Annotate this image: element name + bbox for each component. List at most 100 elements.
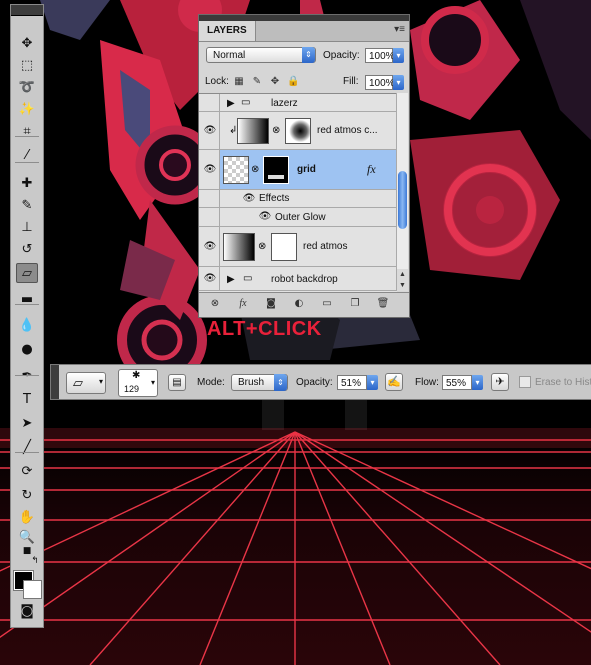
type-tool-icon[interactable]: T: [16, 389, 38, 409]
new-layer-icon[interactable]: ❐: [347, 297, 363, 311]
mask-thumbnail[interactable]: [285, 118, 311, 144]
layer-row[interactable]: 👁 ↲ ⊗ red atmos c...: [199, 112, 397, 150]
eye-icon[interactable]: 👁: [257, 211, 273, 223]
brush-opacity-value: 51%: [341, 378, 362, 389]
layer-name: grid: [297, 164, 316, 175]
visibility-cell: 👁: [199, 150, 220, 189]
blend-mode-select[interactable]: Normal ⇕: [206, 47, 316, 63]
link-icon[interactable]: ⊗: [272, 125, 280, 136]
fx-icon[interactable]: fx: [367, 162, 376, 177]
layer-fill-field[interactable]: 100% ▾: [365, 75, 404, 90]
history-brush-tool-icon[interactable]: ↺: [16, 239, 38, 259]
tool-separator: [15, 375, 39, 376]
link-icon[interactable]: ⊗: [258, 241, 266, 252]
brush-picker[interactable]: ✱ 129 ▾: [118, 369, 158, 397]
move-tool-icon[interactable]: ✥: [16, 33, 38, 53]
chevron-down-icon[interactable]: ▾: [472, 375, 483, 390]
scroll-down-icon[interactable]: ▼: [397, 280, 408, 291]
blur-tool-icon[interactable]: 💧: [16, 315, 38, 335]
adjustment-thumbnail[interactable]: [237, 118, 269, 144]
disclosure-triangle-icon[interactable]: ▶: [227, 98, 235, 109]
mask-thumbnail[interactable]: [263, 156, 289, 184]
flow-field[interactable]: 55% ▾: [442, 375, 483, 390]
eye-icon[interactable]: 👁: [202, 125, 218, 137]
link-icon[interactable]: ⊗: [251, 164, 259, 175]
mode-select[interactable]: Brush ⇕: [231, 374, 288, 391]
visibility-cell: 👁: [199, 227, 220, 266]
add-style-icon[interactable]: fx: [235, 297, 251, 311]
lock-transparency-icon[interactable]: ▦: [233, 76, 245, 88]
gradient-tool-icon[interactable]: ▬: [16, 289, 38, 309]
tool-separator: [15, 136, 39, 137]
chevron-down-icon[interactable]: ▾: [367, 375, 378, 390]
layers-tabbar: LAYERS ▾≡: [199, 21, 409, 42]
zoom-tool-icon[interactable]: 🔍: [16, 527, 38, 547]
pressure-opacity-icon[interactable]: ✍: [385, 373, 403, 391]
path-selection-tool-icon[interactable]: ➤: [16, 413, 38, 433]
disclosure-triangle-icon[interactable]: ▶: [227, 274, 235, 285]
brush-tool-icon[interactable]: ✎: [16, 195, 38, 215]
tools-panel-grip[interactable]: [11, 5, 43, 16]
lasso-tool-icon[interactable]: ➰: [16, 77, 38, 97]
healing-brush-tool-icon[interactable]: ✚: [16, 173, 38, 193]
layer-opacity-field[interactable]: 100% ▾: [365, 48, 404, 63]
tool-preset-picker[interactable]: ▱ ▾: [66, 372, 106, 394]
brush-panel-toggle-icon[interactable]: ▤: [168, 374, 186, 391]
background-color-swatch[interactable]: [23, 580, 42, 599]
marquee-tool-icon[interactable]: ⬚: [16, 55, 38, 75]
layer-row[interactable]: 👁 ⊗ red atmos: [199, 227, 397, 267]
hand-tool-icon[interactable]: ✋: [16, 507, 38, 527]
eye-icon[interactable]: 👁: [202, 241, 218, 253]
scrollbar-thumb[interactable]: [398, 171, 407, 229]
quick-mask-icon[interactable]: ◙: [16, 601, 38, 621]
3d-rotate-tool-icon[interactable]: ⟳: [16, 461, 38, 481]
options-bar-grip[interactable]: [51, 365, 59, 399]
brush-opacity-field[interactable]: 51% ▾: [337, 375, 378, 390]
eye-icon[interactable]: 👁: [241, 193, 257, 205]
tool-separator: [15, 452, 39, 453]
airbrush-icon[interactable]: ✈: [491, 373, 509, 391]
mode-value: Brush: [238, 377, 265, 388]
line-tool-icon[interactable]: ╱: [16, 437, 38, 457]
new-group-icon[interactable]: ▭: [319, 297, 335, 311]
link-layers-icon[interactable]: ⊗: [207, 297, 223, 311]
delete-layer-icon[interactable]: 🗑: [375, 297, 391, 311]
tab-layers[interactable]: LAYERS: [199, 21, 256, 41]
eye-icon[interactable]: 👁: [202, 273, 218, 285]
neon-grid-floor: [0, 428, 591, 665]
crop-tool-icon[interactable]: ⌗: [16, 121, 38, 141]
adjustment-thumbnail[interactable]: [223, 233, 255, 261]
chevron-down-icon[interactable]: ▾: [393, 75, 404, 90]
lock-all-icon[interactable]: 🔒: [287, 76, 299, 88]
layer-row[interactable]: ▶ ▭ lazerz: [199, 94, 397, 112]
flow-label: Flow:: [415, 377, 439, 388]
mode-label: Mode:: [197, 377, 225, 388]
panel-menu-icon[interactable]: ▾≡: [394, 24, 405, 35]
layer-row[interactable]: 👁 ▶ ▭ robot backdrop: [199, 267, 397, 291]
eraser-tool-icon[interactable]: ▱: [16, 263, 38, 283]
layer-name: lazerz: [271, 98, 298, 109]
layer-thumbnail[interactable]: [223, 156, 249, 184]
magic-wand-tool-icon[interactable]: ✨: [16, 99, 38, 119]
alt-click-annotation: ALT+CLICK: [207, 318, 322, 340]
eye-icon[interactable]: 👁: [202, 164, 218, 176]
layers-scrollbar[interactable]: ▲ ▼: [396, 93, 408, 291]
layer-row-selected[interactable]: 👁 ⊗ grid fx: [199, 150, 397, 190]
dodge-tool-icon[interactable]: ●: [16, 339, 38, 359]
lock-pixels-icon[interactable]: ✎: [251, 76, 263, 88]
3d-orbit-tool-icon[interactable]: ↻: [16, 485, 38, 505]
visibility-cell: 👁: [199, 112, 220, 149]
add-mask-icon[interactable]: ◙: [263, 297, 279, 311]
swap-colors-icon[interactable]: ↰: [29, 551, 41, 571]
adjustment-layer-icon[interactable]: ◐: [291, 297, 307, 311]
effect-name: Outer Glow: [275, 212, 326, 223]
scroll-up-icon[interactable]: ▲: [397, 269, 408, 280]
effects-row[interactable]: 👁 Effects: [199, 190, 397, 208]
lock-position-icon[interactable]: ✥: [269, 76, 281, 88]
chevron-down-icon[interactable]: ▾: [393, 48, 404, 63]
clone-stamp-tool-icon[interactable]: ⊥: [16, 217, 38, 237]
erase-to-history-checkbox[interactable]: [519, 376, 531, 388]
fill-label: Fill:: [343, 76, 359, 87]
mask-thumbnail[interactable]: [271, 233, 297, 261]
effect-row[interactable]: 👁 Outer Glow: [199, 208, 397, 227]
